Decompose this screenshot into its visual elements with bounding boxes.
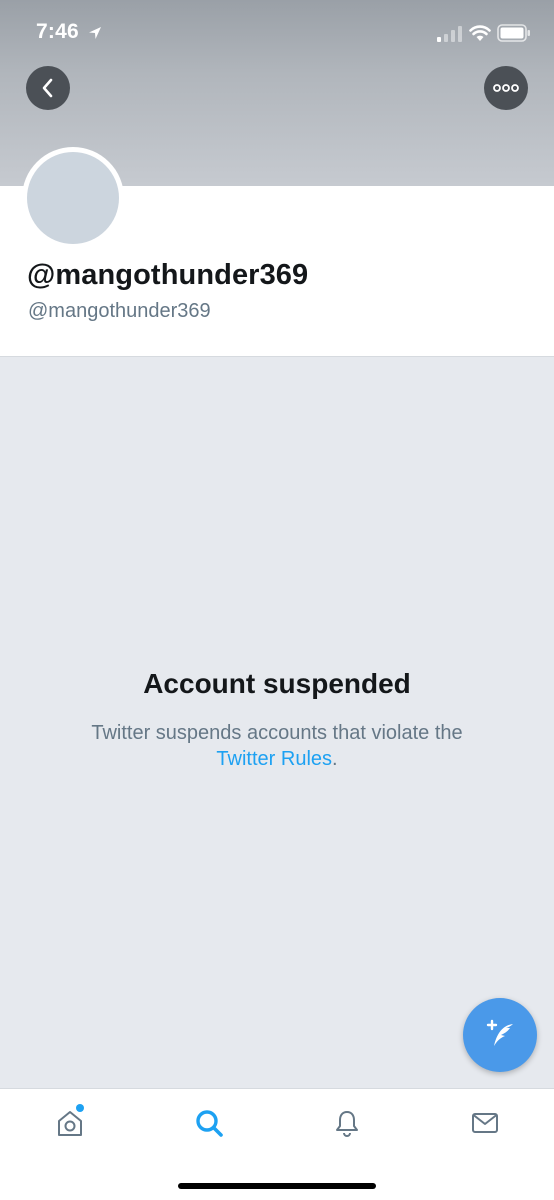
status-bar: 7:46 (0, 0, 554, 66)
cellular-signal-icon (437, 26, 462, 42)
back-button[interactable] (26, 66, 70, 110)
home-indicator[interactable] (178, 1183, 376, 1189)
avatar[interactable] (27, 152, 119, 244)
suspended-description-period: . (332, 748, 338, 770)
profile-handle: @mangothunder369 (28, 300, 211, 322)
mail-icon (472, 1113, 498, 1133)
tab-home[interactable] (50, 1103, 90, 1143)
profile-screen: 7:46 @mangothunder369 @mangothunder369 A… (0, 0, 554, 1200)
tab-messages[interactable] (465, 1103, 505, 1143)
more-dots-icon (493, 84, 519, 92)
profile-display-name: @mangothunder369 (27, 259, 309, 291)
twitter-rules-link[interactable]: Twitter Rules (216, 748, 332, 770)
wifi-icon (469, 25, 491, 41)
chevron-left-icon (42, 78, 53, 98)
battery-icon (497, 24, 530, 42)
more-options-button[interactable] (484, 66, 528, 110)
home-notification-dot (76, 1104, 84, 1112)
suspended-description: Twitter suspends accounts that violate t… (0, 720, 554, 772)
suspended-description-text: Twitter suspends accounts that violate t… (91, 722, 463, 744)
search-icon (196, 1110, 223, 1137)
suspended-notice: Account suspended Twitter suspends accou… (0, 668, 554, 772)
tab-search[interactable] (189, 1103, 229, 1143)
bell-icon (336, 1111, 358, 1137)
status-time: 7:46 (36, 20, 79, 43)
tab-notifications[interactable] (327, 1103, 367, 1143)
avatar-ring (22, 147, 124, 249)
location-arrow-icon (89, 27, 101, 39)
suspended-title: Account suspended (143, 668, 411, 699)
compose-tweet-button[interactable] (463, 998, 537, 1072)
compose-feather-icon (486, 1019, 513, 1046)
